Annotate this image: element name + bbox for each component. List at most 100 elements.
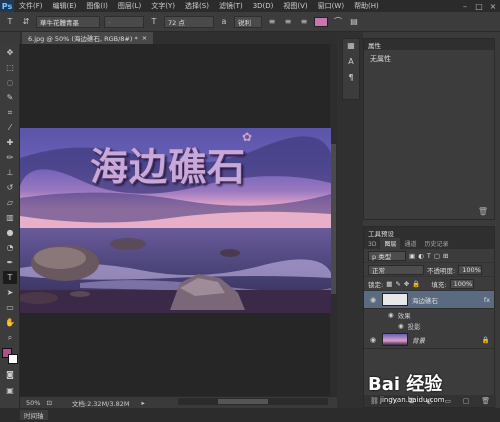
shape-tool-icon[interactable]: ▭ bbox=[3, 301, 17, 314]
eyedropper-tool-icon[interactable]: ⁄ bbox=[3, 121, 17, 134]
vertical-scroll-thumb[interactable] bbox=[331, 144, 336, 294]
type-tool-icon[interactable]: T bbox=[3, 271, 17, 284]
layer-filter-row: p 类型 ▣ ◐ T ▢ ⊞ bbox=[364, 249, 494, 263]
tab-channels[interactable]: 通道 bbox=[400, 238, 420, 249]
menu-select[interactable]: 选择(S) bbox=[180, 1, 214, 11]
filter-adjust-icon[interactable]: ◐ bbox=[418, 252, 424, 260]
maximize-button[interactable]: □ bbox=[472, 2, 486, 11]
menu-help[interactable]: 帮助(H) bbox=[349, 1, 384, 11]
hand-tool-icon[interactable]: ✋ bbox=[3, 316, 17, 329]
filter-shape-icon[interactable]: ▢ bbox=[434, 252, 440, 260]
zoom-level[interactable]: 50% bbox=[26, 399, 40, 407]
font-size-select[interactable]: 72 点 bbox=[164, 15, 214, 28]
align-right-icon[interactable]: ≡ bbox=[298, 16, 310, 28]
antialias-select[interactable]: 锐利 bbox=[234, 15, 262, 28]
layer-row-background[interactable]: ◉ 背景 🔒 bbox=[364, 331, 494, 349]
font-family-select[interactable]: 華牛花體青墨 bbox=[36, 15, 100, 28]
opacity-input[interactable]: 100% bbox=[458, 264, 483, 275]
layer-effects-row[interactable]: ◉ 效果 bbox=[364, 309, 494, 320]
warp-text-icon[interactable]: ⌒ bbox=[332, 16, 344, 28]
horizontal-scroll-thumb[interactable] bbox=[218, 399, 268, 404]
canvas-text-layer[interactable]: 海边礁石 bbox=[90, 136, 246, 191]
menu-view[interactable]: 视图(V) bbox=[278, 1, 312, 11]
document-tab[interactable]: 6.jpg @ 50% (海边礁石, RGB/8#) * × bbox=[22, 32, 154, 44]
tab-history[interactable]: 历史记录 bbox=[420, 238, 452, 249]
character-panel-icon[interactable]: A bbox=[343, 57, 359, 71]
watermark-url: jingyan.baidu.com bbox=[380, 396, 445, 404]
visibility-eye-icon[interactable]: ◉ bbox=[368, 296, 378, 304]
layer-filter-select[interactable]: p 类型 bbox=[368, 250, 406, 261]
close-window-button[interactable]: × bbox=[486, 2, 500, 11]
brush-tool-icon[interactable]: ✏ bbox=[3, 151, 17, 164]
menu-edit[interactable]: 编辑(E) bbox=[48, 1, 82, 11]
pen-tool-icon[interactable]: ✒ bbox=[3, 256, 17, 269]
character-panel-icon[interactable]: ▤ bbox=[348, 16, 360, 28]
crop-tool-icon[interactable]: ⌗ bbox=[3, 106, 17, 119]
quick-select-tool-icon[interactable]: ✎ bbox=[3, 91, 17, 104]
menu-filter[interactable]: 滤镜(T) bbox=[214, 1, 248, 11]
tab-layers[interactable]: 图层 bbox=[380, 238, 401, 249]
filter-pixel-icon[interactable]: ▣ bbox=[409, 252, 415, 260]
font-style-select[interactable]: - bbox=[104, 15, 144, 28]
layer-row-text[interactable]: ◉ 海边礁石 fx bbox=[364, 291, 494, 309]
vertical-scrollbar[interactable] bbox=[330, 44, 337, 396]
fill-input[interactable]: 100% bbox=[449, 278, 474, 289]
zoom-tool-icon[interactable]: ⌕ bbox=[3, 331, 17, 344]
marquee-tool-icon[interactable]: ⬚ bbox=[3, 61, 17, 74]
gradient-tool-icon[interactable]: ▥ bbox=[3, 211, 17, 224]
tab-3d[interactable]: 3D bbox=[364, 240, 380, 249]
quick-mask-icon[interactable]: ◙ bbox=[3, 368, 17, 381]
menu-3d[interactable]: 3D(D) bbox=[248, 2, 279, 10]
blur-tool-icon[interactable]: ● bbox=[3, 226, 17, 239]
healing-brush-tool-icon[interactable]: ✚ bbox=[3, 136, 17, 149]
properties-panel-header[interactable]: 属性 bbox=[364, 39, 494, 50]
clone-stamp-tool-icon[interactable]: ⊥ bbox=[3, 166, 17, 179]
close-tab-icon[interactable]: × bbox=[142, 34, 147, 42]
align-center-icon[interactable]: ≡ bbox=[282, 16, 294, 28]
text-color-swatch[interactable] bbox=[314, 16, 328, 27]
layer-name[interactable]: 海边礁石 bbox=[412, 295, 438, 305]
menu-file[interactable]: 文件(F) bbox=[14, 1, 48, 11]
history-panel-icon[interactable]: ▦ bbox=[343, 41, 359, 55]
drop-shadow-effect-row[interactable]: ◉ 投影 bbox=[364, 320, 494, 331]
lock-transparency-icon[interactable]: ▦ bbox=[386, 280, 392, 288]
lock-image-icon[interactable]: ✎ bbox=[395, 280, 400, 288]
layer-fx-badge[interactable]: fx bbox=[484, 296, 490, 304]
paragraph-panel-icon[interactable]: ¶ bbox=[343, 73, 359, 87]
screen-mode-icon[interactable]: ▣ bbox=[3, 384, 17, 397]
move-tool-icon[interactable]: ✥ bbox=[3, 46, 17, 59]
background-color-swatch[interactable] bbox=[8, 354, 18, 364]
dodge-tool-icon[interactable]: ◔ bbox=[3, 241, 17, 254]
effect-eye-icon[interactable]: ◉ bbox=[388, 311, 394, 319]
menu-image[interactable]: 图像(I) bbox=[81, 1, 113, 11]
visibility-eye-icon[interactable]: ◉ bbox=[368, 336, 378, 344]
tool-presets-tab[interactable]: 工具预设 bbox=[364, 227, 494, 238]
timeline-tab[interactable]: 时间轴 bbox=[20, 410, 48, 420]
properties-trash-icon[interactable]: 🗑 bbox=[478, 207, 488, 216]
filter-smart-icon[interactable]: ⊞ bbox=[443, 252, 448, 260]
properties-panel: 属性 无属性 🗑 bbox=[363, 38, 495, 220]
menu-window[interactable]: 窗口(W) bbox=[313, 1, 349, 11]
lasso-tool-icon[interactable]: ◌ bbox=[3, 76, 17, 89]
menu-layer[interactable]: 图层(L) bbox=[113, 1, 146, 11]
lock-position-icon[interactable]: ✥ bbox=[404, 280, 409, 288]
effect-eye-icon[interactable]: ◉ bbox=[398, 322, 404, 330]
blend-mode-select[interactable]: 正常 bbox=[368, 264, 424, 275]
lock-row: 锁定: ▦ ✎ ✥ 🔒 填充: 100% bbox=[364, 277, 494, 291]
type-tool-icon[interactable]: T bbox=[4, 16, 16, 28]
document-size[interactable]: 文档:2.32M/3.82M bbox=[72, 398, 130, 408]
history-brush-tool-icon[interactable]: ↺ bbox=[3, 181, 17, 194]
layer-name[interactable]: 背景 bbox=[412, 335, 425, 345]
filter-type-icon[interactable]: T bbox=[427, 252, 431, 260]
horizontal-scrollbar[interactable] bbox=[178, 398, 328, 405]
path-select-tool-icon[interactable]: ➤ bbox=[3, 286, 17, 299]
menu-type[interactable]: 文字(Y) bbox=[146, 1, 180, 11]
eraser-tool-icon[interactable]: ▱ bbox=[3, 196, 17, 209]
minimize-button[interactable]: – bbox=[458, 2, 472, 11]
timeline-bar: 时间轴 bbox=[0, 408, 500, 422]
status-arrow-icon[interactable]: ▸ bbox=[141, 399, 144, 407]
align-left-icon[interactable]: ≡ bbox=[266, 16, 278, 28]
lock-all-icon[interactable]: 🔒 bbox=[412, 280, 420, 288]
orientation-toggle-icon[interactable]: ⇵ bbox=[20, 16, 32, 28]
document-image[interactable]: 海边礁石 ✿ bbox=[20, 128, 331, 313]
